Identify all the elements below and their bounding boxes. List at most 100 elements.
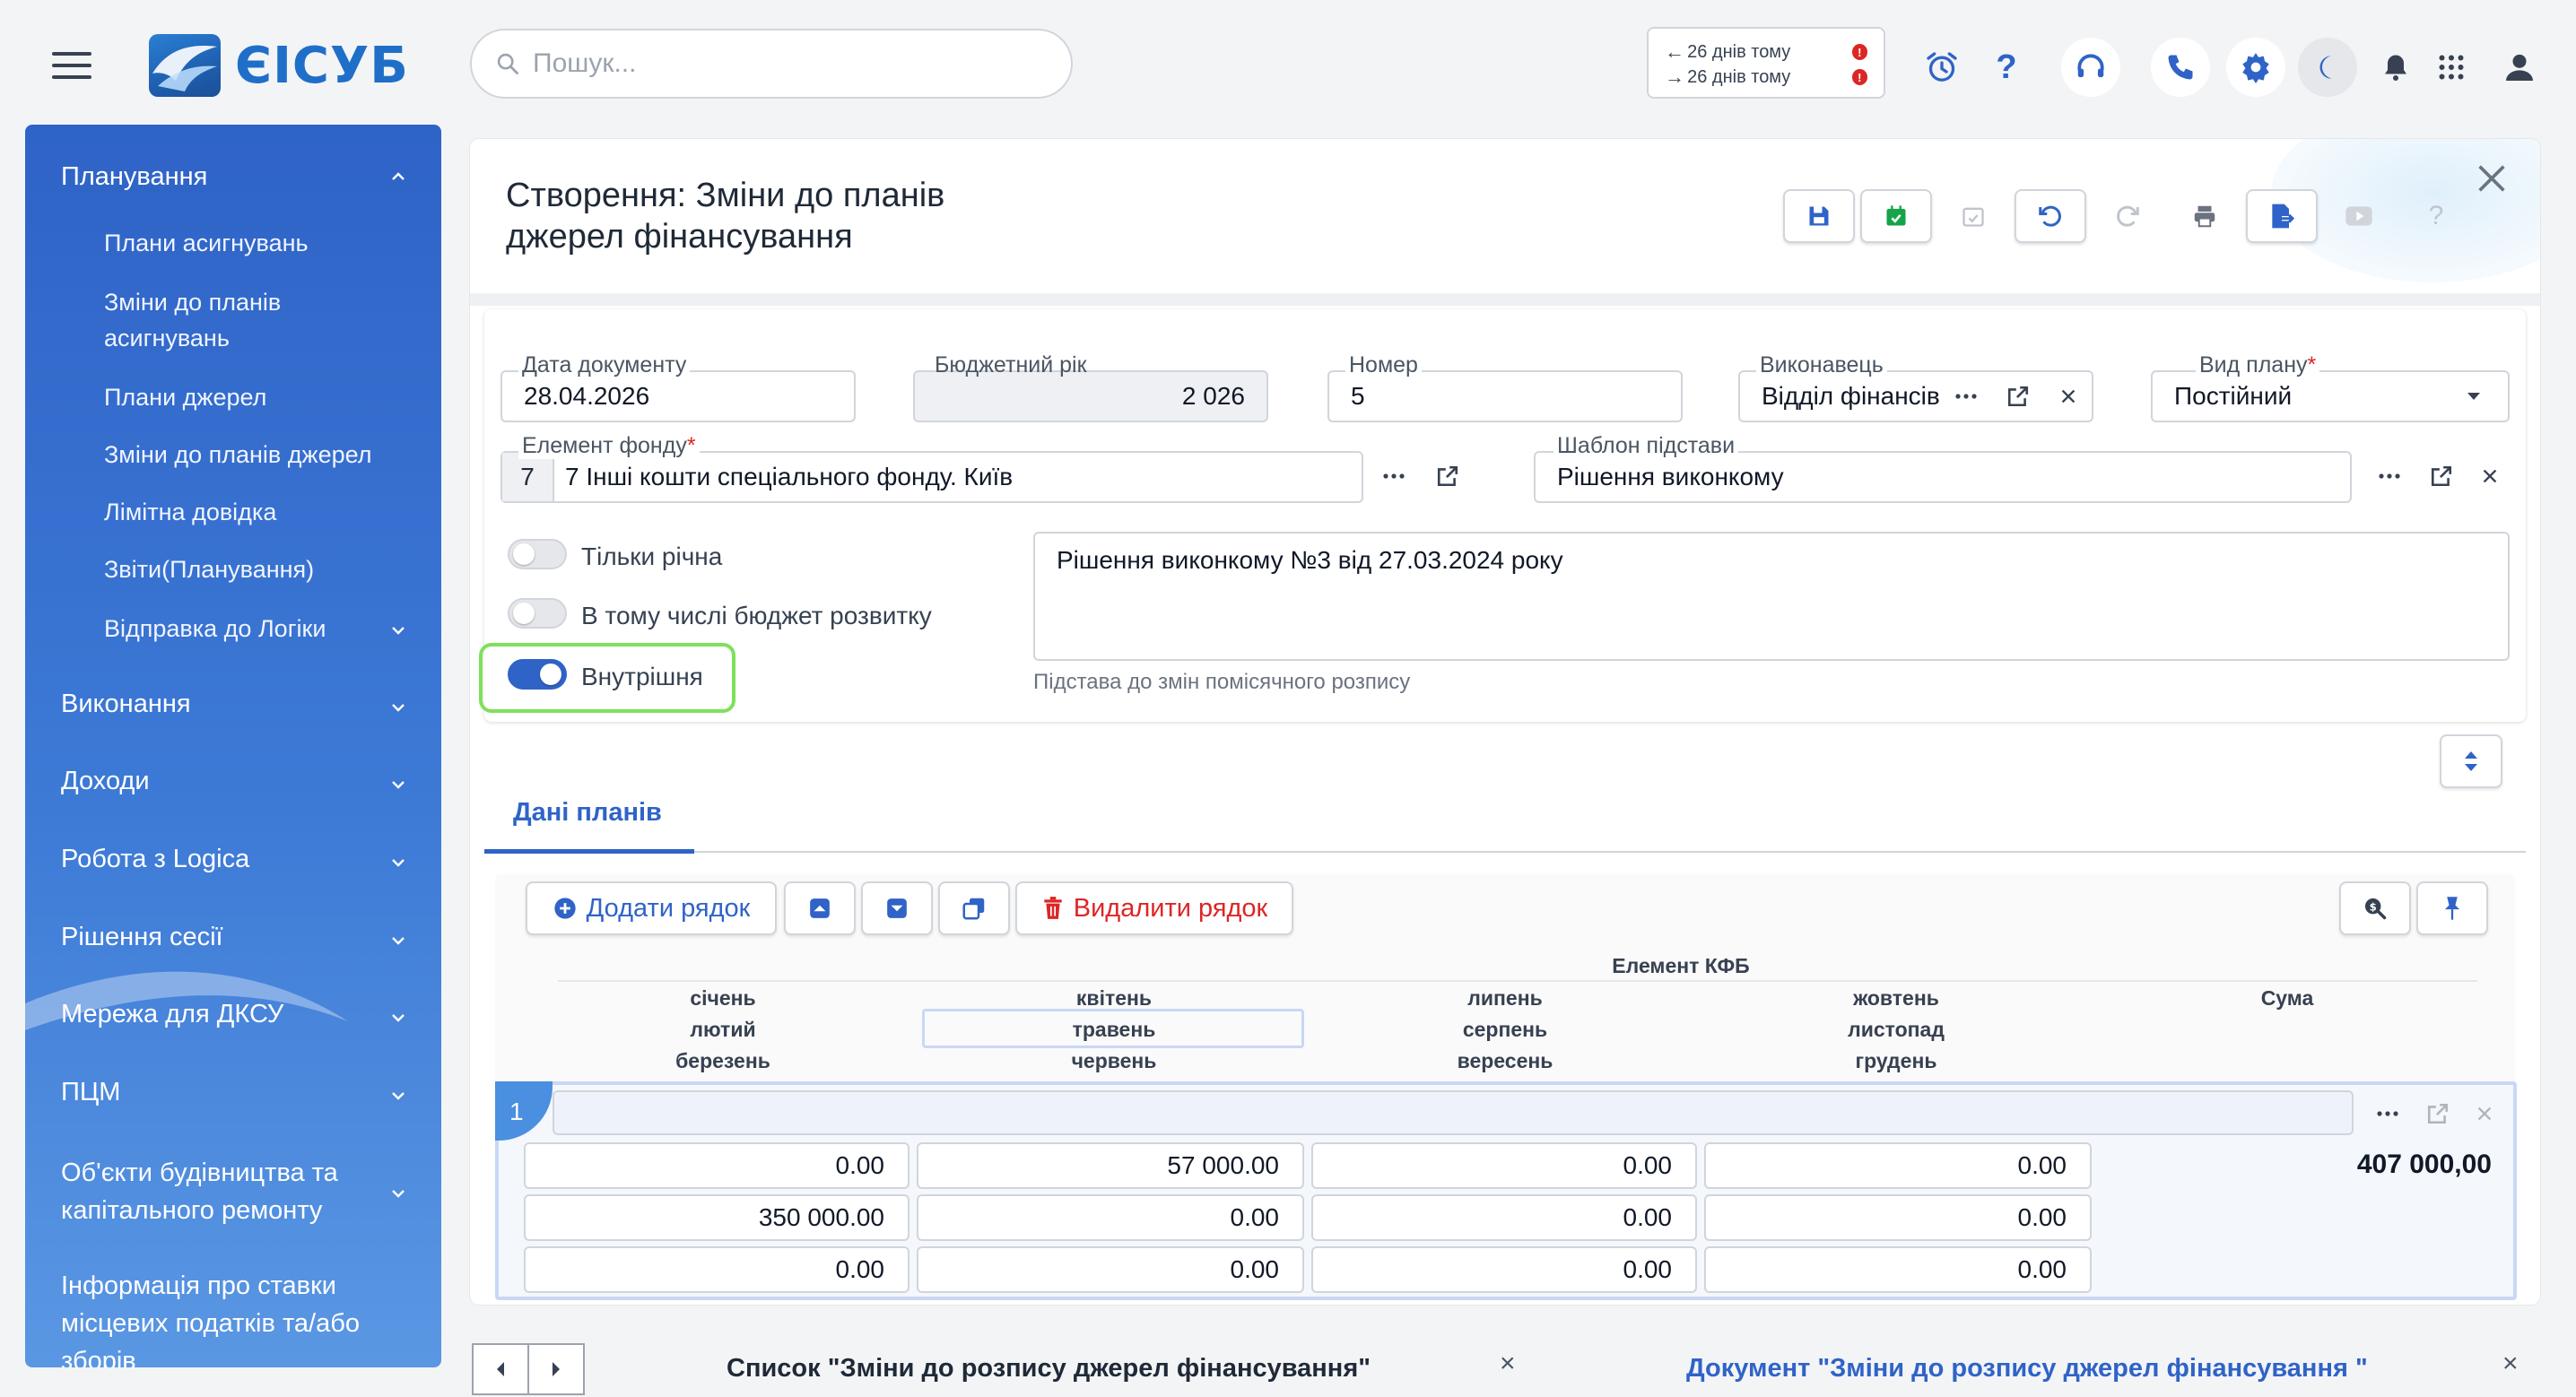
schedule-button[interactable]: [1937, 189, 2009, 243]
alarm-clock-icon[interactable]: [1912, 38, 1971, 97]
chevron-down-icon[interactable]: [389, 1087, 407, 1105]
fund-element-open-icon[interactable]: [1428, 456, 1467, 496]
chevron-down-icon[interactable]: [389, 621, 407, 639]
row-kfb-field[interactable]: [553, 1090, 2354, 1135]
export-button[interactable]: [2246, 189, 2318, 243]
chevron-down-icon[interactable]: [389, 854, 407, 872]
phone-icon[interactable]: [2151, 38, 2210, 97]
sidebar-item-planning-reports[interactable]: Звіти(Планування): [104, 551, 409, 587]
close-list-tab-icon[interactable]: ×: [1500, 1349, 1516, 1379]
dark-mode-moon-icon[interactable]: [2298, 38, 2357, 97]
sidebar-section-execution[interactable]: Виконання: [61, 690, 420, 719]
video-help-button[interactable]: [2323, 189, 2395, 243]
redo-button[interactable]: [2092, 189, 2163, 243]
app-logo[interactable]: ЄІСУБ: [149, 34, 409, 97]
tab-plan-data[interactable]: Дані планів: [513, 798, 662, 828]
copy-row-button[interactable]: [938, 881, 1010, 935]
notifications-bell-icon[interactable]: [2366, 38, 2425, 97]
fund-element-more-icon[interactable]: [1374, 456, 1414, 496]
cell-december[interactable]: 0.00: [1704, 1246, 2092, 1293]
print-button[interactable]: [2169, 189, 2241, 243]
cell-may[interactable]: 0.00: [917, 1194, 1304, 1241]
sidebar-section-pcm[interactable]: ПЦМ: [61, 1078, 420, 1107]
tab-document-window[interactable]: Документ "Зміни до розпису джерел фінанс…: [1686, 1354, 2368, 1384]
sidebar-item-source-plan-changes[interactable]: Зміни до планів джерел: [104, 437, 409, 473]
chevron-down-icon[interactable]: [389, 776, 407, 794]
search-input[interactable]: [533, 48, 1035, 79]
cell-april[interactable]: 57 000.00: [917, 1142, 1304, 1189]
tab-list-window[interactable]: Список "Зміни до розпису джерел фінансув…: [727, 1354, 1371, 1384]
add-row-button[interactable]: Додати рядок: [526, 881, 777, 935]
sidebar-section-dksu-network[interactable]: Мережа для ДКСУ: [61, 1000, 420, 1029]
internal-toggle[interactable]: [508, 659, 567, 690]
help-icon[interactable]: ?: [1977, 38, 2036, 97]
sidebar-item-source-plans[interactable]: Плани джерел: [104, 379, 409, 415]
row-clear-icon[interactable]: [2465, 1094, 2504, 1133]
next-window-button[interactable]: [527, 1343, 585, 1395]
collapse-toggle-button[interactable]: [2440, 734, 2502, 788]
header-month: грудень: [1855, 1049, 1937, 1072]
cell-june[interactable]: 0.00: [917, 1246, 1304, 1293]
header-month: лютий: [690, 1018, 756, 1041]
undo-button[interactable]: [2015, 189, 2086, 243]
chevron-down-icon[interactable]: [389, 698, 407, 716]
prev-window-button[interactable]: [472, 1343, 529, 1395]
cell-january[interactable]: 0.00: [524, 1142, 909, 1189]
settings-gear-icon[interactable]: [2226, 38, 2285, 97]
sidebar-section-logica[interactable]: Робота з Logica: [61, 845, 420, 874]
support-headset-icon[interactable]: [2061, 38, 2120, 97]
cell-march[interactable]: 0.00: [524, 1246, 909, 1293]
move-row-down-button[interactable]: [861, 881, 933, 935]
history-back[interactable]: ← 26 днів тому!: [1665, 39, 1867, 65]
file-export-icon: [2272, 204, 2295, 229]
basis-template-more-icon[interactable]: [2370, 456, 2409, 496]
menu-icon[interactable]: [52, 52, 91, 79]
header-month: липень: [1467, 986, 1543, 1010]
user-avatar-icon[interactable]: [2490, 38, 2549, 97]
delete-row-button[interactable]: Видалити рядок: [1015, 881, 1293, 935]
help-button[interactable]: ?: [2400, 189, 2472, 243]
basis-template-clear-icon[interactable]: [2470, 456, 2510, 496]
search-box[interactable]: [470, 29, 1073, 99]
cell-september[interactable]: 0.00: [1311, 1246, 1697, 1293]
cell-august[interactable]: 0.00: [1311, 1194, 1697, 1241]
row-more-icon[interactable]: [2368, 1094, 2407, 1133]
basis-template-open-icon[interactable]: [2422, 456, 2461, 496]
sidebar-section-planning[interactable]: Планування: [61, 162, 420, 192]
save-button[interactable]: [1783, 189, 1855, 243]
chevron-down-icon[interactable]: [389, 1184, 407, 1202]
chevron-down-icon[interactable]: [389, 1009, 407, 1027]
cell-november[interactable]: 0.00: [1704, 1194, 2092, 1241]
header-month: квітень: [1075, 986, 1153, 1010]
basis-textarea[interactable]: Рішення виконкому №3 від 27.03.2024 року: [1033, 532, 2510, 661]
development-budget-toggle[interactable]: [508, 598, 567, 629]
sidebar-section-revenue[interactable]: Доходи: [61, 767, 420, 796]
sidebar-item-send-to-logica[interactable]: Відправка до Логіки: [104, 611, 409, 646]
cell-october[interactable]: 0.00: [1704, 1142, 2092, 1189]
executor-clear-icon[interactable]: [2049, 377, 2088, 416]
sidebar-section-local-tax-rates[interactable]: Інформація про ставки місцевих податків …: [61, 1267, 420, 1367]
table-row[interactable]: 1 0.00 57 000.00 0.00 0.00 350 000.00 0.…: [495, 1081, 2517, 1300]
row-open-icon[interactable]: [2418, 1094, 2458, 1133]
close-icon[interactable]: [2474, 161, 2510, 196]
executor-open-icon[interactable]: [1998, 377, 2038, 416]
history-forward[interactable]: → 26 днів тому!: [1665, 65, 1867, 90]
executor-more-icon[interactable]: [1946, 377, 1986, 416]
sidebar-item-appropriation-plans[interactable]: Плани асигнувань: [104, 225, 409, 261]
pin-button[interactable]: [2416, 881, 2488, 935]
sidebar-item-limit-reference[interactable]: Лімітна довідка: [104, 494, 409, 530]
search-grid-button[interactable]: $: [2339, 881, 2411, 935]
annual-only-toggle[interactable]: [508, 539, 567, 569]
chevron-down-icon[interactable]: [389, 932, 407, 950]
dropdown-caret-icon[interactable]: [2465, 390, 2483, 403]
save-and-close-button[interactable]: [1860, 189, 1932, 243]
apps-grid-icon[interactable]: [2422, 38, 2481, 97]
sidebar-section-construction-objects[interactable]: Об'єкти будівництва та капітального ремо…: [61, 1154, 366, 1229]
chevron-up-icon[interactable]: [389, 168, 407, 186]
cell-july[interactable]: 0.00: [1311, 1142, 1697, 1189]
close-document-tab-icon[interactable]: ×: [2502, 1349, 2519, 1379]
move-row-up-button[interactable]: [784, 881, 856, 935]
sidebar-item-appropriation-plan-changes[interactable]: Зміни до планів асигнувань: [104, 284, 409, 356]
cell-february[interactable]: 350 000.00: [524, 1194, 909, 1241]
sidebar-section-session-decisions[interactable]: Рішення сесії: [61, 923, 420, 952]
